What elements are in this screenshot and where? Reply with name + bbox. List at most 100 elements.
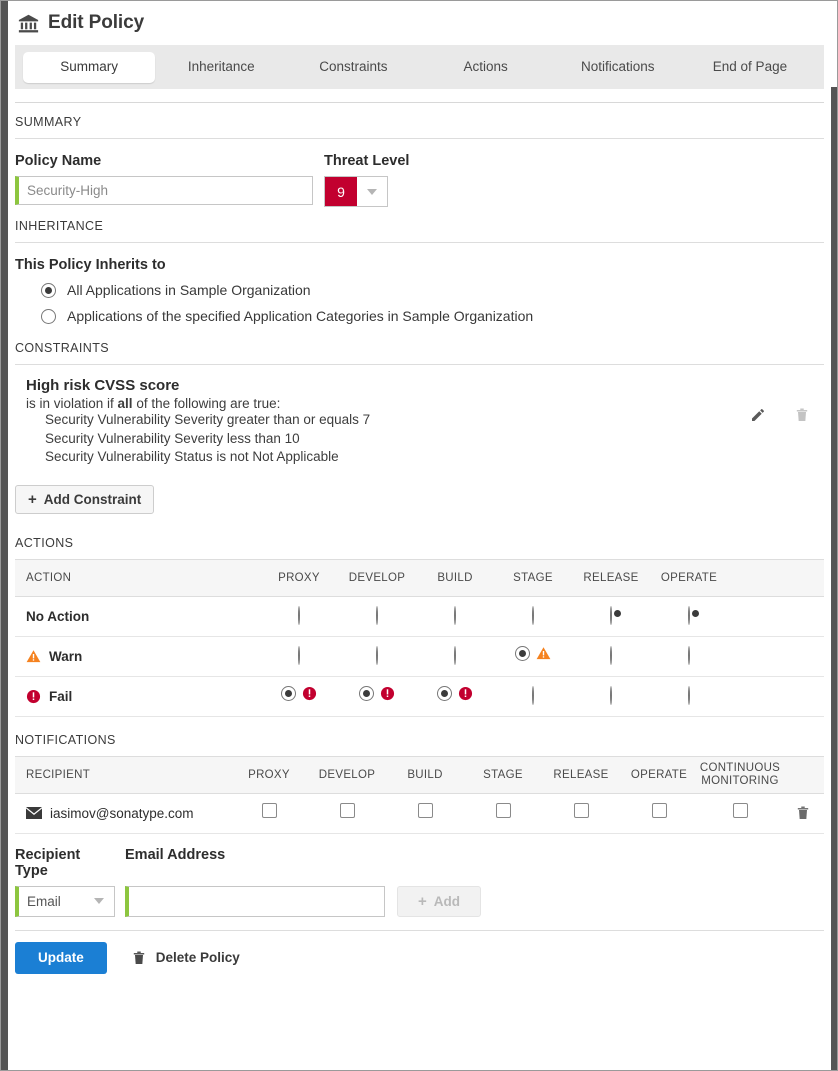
radio-icon-selected[interactable] — [688, 606, 690, 625]
radio-icon-selected[interactable] — [41, 283, 56, 298]
radio-icon-unselected[interactable] — [532, 686, 534, 705]
tab-inheritance[interactable]: Inheritance — [155, 52, 287, 83]
cell-fail-proxy[interactable] — [260, 676, 338, 716]
delete-policy-button[interactable]: Delete Policy — [131, 950, 240, 966]
col-release: RELEASE — [572, 559, 650, 596]
radio-icon-selected[interactable] — [515, 646, 530, 661]
col-spacer — [728, 559, 824, 596]
cell-warn-operate[interactable] — [650, 636, 728, 676]
cell-notify-develop[interactable] — [308, 793, 386, 833]
actions-section: ACTION PROXY DEVELOP BUILD STAGE RELEASE… — [8, 559, 831, 717]
action-label-wrap: No Action — [26, 609, 260, 624]
inherit-option-all-apps[interactable]: All Applications in Sample Organization — [15, 277, 824, 303]
cell-warn-release[interactable] — [572, 636, 650, 676]
notifications-section: RECIPIENT PROXY DEVELOP BUILD STAGE RELE… — [8, 756, 831, 834]
radio-icon-unselected[interactable] — [532, 606, 534, 625]
trash-icon[interactable] — [782, 805, 824, 821]
cell-no-action-proxy[interactable] — [260, 596, 338, 636]
recipient-type-select[interactable]: Email — [15, 886, 115, 917]
cm-head-line2: MONITORING — [698, 775, 782, 788]
chevron-down-icon[interactable] — [84, 898, 114, 904]
tab-end-of-page[interactable]: End of Page — [684, 52, 816, 83]
edit-policy-window: Edit Policy Summary Inheritance Constrai… — [0, 0, 838, 1071]
checkbox-unchecked[interactable] — [496, 803, 511, 818]
policy-name-label: Policy Name — [15, 153, 313, 169]
policy-name-input[interactable]: Security-High — [15, 176, 313, 205]
cell-notify-release[interactable] — [542, 793, 620, 833]
threat-level-caret[interactable] — [357, 177, 387, 206]
radio-icon-selected[interactable] — [610, 606, 612, 625]
cell-fail-develop[interactable] — [338, 676, 416, 716]
inheritance-section: This Policy Inherits to All Applications… — [8, 243, 831, 329]
update-button[interactable]: Update — [15, 942, 107, 974]
radio-icon-selected[interactable] — [359, 686, 374, 701]
cell-notify-continuous-monitoring[interactable] — [698, 793, 782, 833]
radio-icon-unselected[interactable] — [454, 646, 456, 665]
col-action: ACTION — [15, 559, 260, 596]
cell-no-action-develop[interactable] — [338, 596, 416, 636]
radio-icon-unselected[interactable] — [610, 646, 612, 665]
action-row-label-cell: Fail — [15, 676, 260, 716]
page-title: Edit Policy — [48, 12, 144, 34]
checkbox-unchecked[interactable] — [262, 803, 277, 818]
radio-icon-selected[interactable] — [437, 686, 452, 701]
checkbox-unchecked[interactable] — [418, 803, 433, 818]
constraint-row-actions — [750, 407, 810, 423]
radio-icon-unselected[interactable] — [41, 309, 56, 324]
radio-icon-unselected[interactable] — [688, 686, 690, 705]
threat-level-badge: 9 — [325, 177, 357, 206]
cell-delete-recipient[interactable] — [782, 793, 824, 833]
inherit-option-label: Applications of the specified Applicatio… — [67, 308, 533, 324]
radio-icon-unselected[interactable] — [454, 606, 456, 625]
checkbox-unchecked[interactable] — [574, 803, 589, 818]
cell-warn-stage[interactable] — [494, 636, 572, 676]
email-address-input[interactable] — [125, 886, 385, 917]
cell-no-action-build[interactable] — [416, 596, 494, 636]
tab-summary[interactable]: Summary — [23, 52, 155, 83]
radio-icon-unselected[interactable] — [298, 606, 300, 625]
checkbox-unchecked[interactable] — [733, 803, 748, 818]
cell-warn-proxy[interactable] — [260, 636, 338, 676]
threat-level-select[interactable]: 9 — [324, 176, 388, 207]
cell-notify-stage[interactable] — [464, 793, 542, 833]
pencil-icon[interactable] — [750, 407, 766, 423]
left-scroll-gutter[interactable] — [1, 1, 8, 1070]
tab-actions[interactable]: Actions — [420, 52, 552, 83]
radio-icon-unselected[interactable] — [376, 646, 378, 665]
notifications-table-header: RECIPIENT PROXY DEVELOP BUILD STAGE RELE… — [15, 756, 824, 793]
radio-icon-unselected[interactable] — [610, 686, 612, 705]
add-recipient-button[interactable]: + Add — [397, 886, 481, 917]
cell-notify-operate[interactable] — [620, 793, 698, 833]
radio-icon-unselected[interactable] — [298, 646, 300, 665]
cell-no-action-stage[interactable] — [494, 596, 572, 636]
cell-fail-release[interactable] — [572, 676, 650, 716]
cell-spacer — [728, 676, 824, 716]
cell-notify-build[interactable] — [386, 793, 464, 833]
col-release: RELEASE — [542, 756, 620, 793]
checkbox-unchecked[interactable] — [340, 803, 355, 818]
radio-icon-unselected[interactable] — [688, 646, 690, 665]
radio-icon-selected[interactable] — [281, 686, 296, 701]
trash-icon[interactable] — [794, 407, 810, 423]
chevron-down-icon — [367, 189, 377, 195]
plus-icon: + — [28, 492, 37, 507]
tab-notifications[interactable]: Notifications — [552, 52, 684, 83]
inherit-option-app-categories[interactable]: Applications of the specified Applicatio… — [15, 303, 824, 329]
add-constraint-wrap: + Add Constraint — [8, 481, 831, 514]
tab-constraints[interactable]: Constraints — [287, 52, 419, 83]
cell-warn-build[interactable] — [416, 636, 494, 676]
cell-fail-operate[interactable] — [650, 676, 728, 716]
cell-notify-proxy[interactable] — [230, 793, 308, 833]
cell-fail-build[interactable] — [416, 676, 494, 716]
cell-no-action-operate[interactable] — [650, 596, 728, 636]
cell-no-action-release[interactable] — [572, 596, 650, 636]
recipient-type-value: Email — [19, 894, 84, 909]
radio-icon-unselected[interactable] — [376, 606, 378, 625]
constraint-condition: Security Vulnerability Status is not Not… — [26, 448, 824, 467]
fail-proxy-wrap — [281, 686, 317, 701]
add-constraint-button[interactable]: + Add Constraint — [15, 485, 154, 514]
cell-fail-stage[interactable] — [494, 676, 572, 716]
checkbox-unchecked[interactable] — [652, 803, 667, 818]
cell-warn-develop[interactable] — [338, 636, 416, 676]
vertical-scrollbar[interactable] — [831, 87, 837, 1071]
